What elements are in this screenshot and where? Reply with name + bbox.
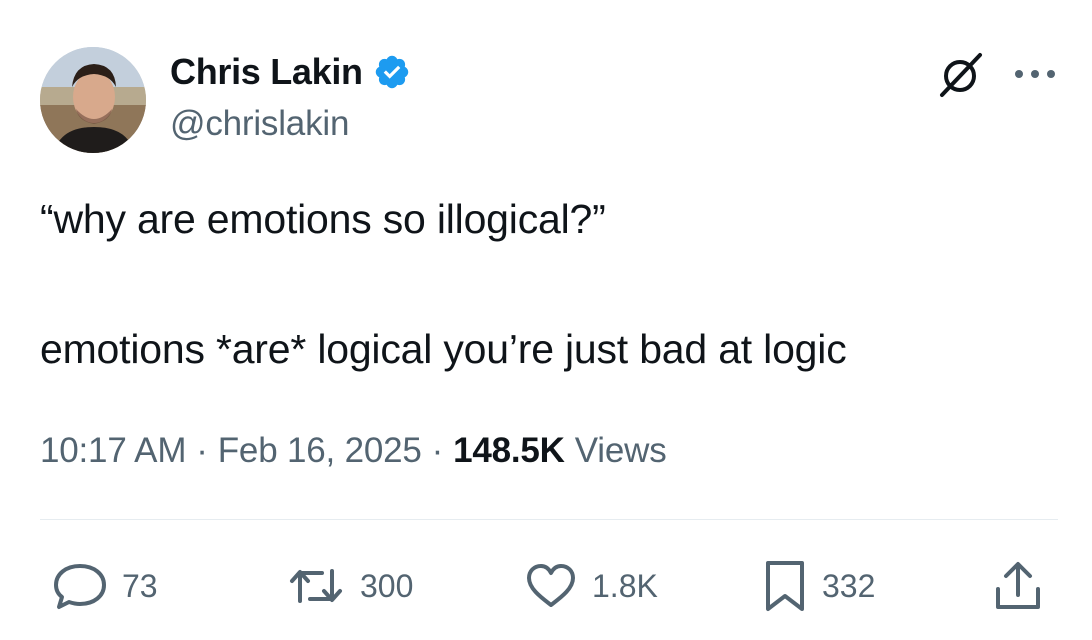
reply-button[interactable]: 73 <box>52 558 158 614</box>
avatar[interactable] <box>40 47 146 153</box>
author-handle[interactable]: @chrislakin <box>170 104 349 144</box>
heart-icon <box>527 564 575 607</box>
tweet-text-line-1: “why are emotions so illogical?” <box>40 196 606 242</box>
meta-separator: · <box>196 431 208 470</box>
views-label: Views <box>574 431 667 470</box>
like-button[interactable]: 1.8K <box>524 558 658 614</box>
tweet-text-line-2: emotions *are* logical you’re just bad a… <box>40 326 847 372</box>
divider <box>40 519 1058 520</box>
share-button[interactable] <box>992 558 1044 614</box>
bookmark-button[interactable]: 332 <box>762 558 875 614</box>
repost-count: 300 <box>360 567 414 604</box>
meta-separator: · <box>431 431 444 470</box>
more-options-button[interactable] <box>1010 56 1060 92</box>
like-count: 1.8K <box>592 567 658 604</box>
author-name-row: Chris Lakin <box>170 50 411 94</box>
views-count: 148.5K <box>453 431 565 470</box>
repost-icon <box>290 569 342 603</box>
bookmark-icon <box>766 561 804 611</box>
share-icon <box>996 562 1040 609</box>
tweet-meta: 10:17 AM · Feb 16, 2025 · 148.5K Views <box>40 428 667 474</box>
author-display-name[interactable]: Chris Lakin <box>170 51 363 93</box>
reply-bubble-icon <box>54 564 106 609</box>
grok-icon <box>940 53 982 97</box>
reply-count: 73 <box>122 567 158 604</box>
more-dots-icon <box>1015 70 1055 78</box>
bookmark-count: 332 <box>822 567 876 604</box>
verified-badge-icon[interactable] <box>373 53 411 91</box>
tweet-date[interactable]: Feb 16, 2025 <box>218 431 422 471</box>
repost-button[interactable]: 300 <box>286 558 413 614</box>
avatar-photo <box>40 47 146 153</box>
tweet-card: Chris Lakin @chrislakin “why are emotion… <box>0 0 1092 640</box>
tweet-time[interactable]: 10:17 AM <box>40 431 186 471</box>
grok-button[interactable] <box>934 48 988 102</box>
